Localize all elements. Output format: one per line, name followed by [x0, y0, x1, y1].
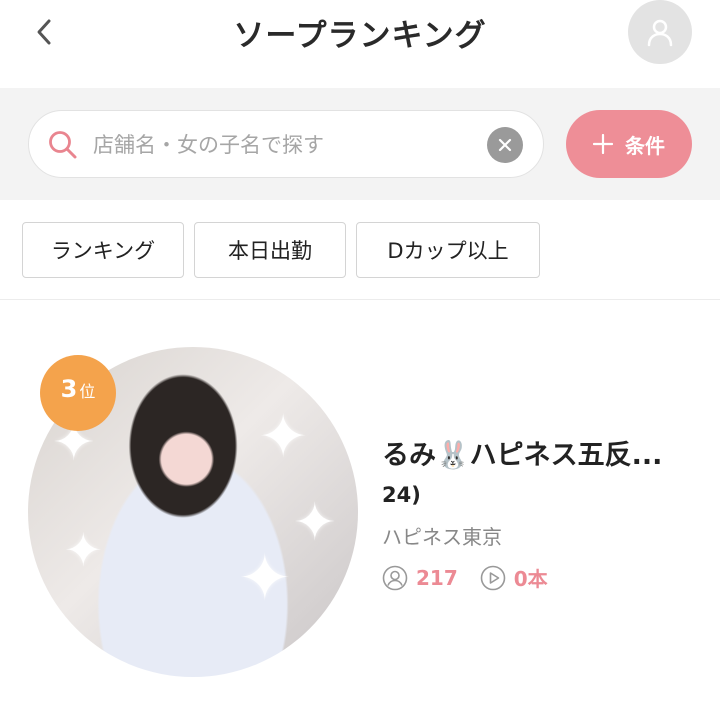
sparkle-icon: ✦ — [293, 493, 337, 553]
close-icon — [498, 138, 512, 152]
avatar[interactable] — [628, 0, 692, 64]
user-circle-icon — [382, 565, 408, 590]
followers-count: 217 — [416, 565, 458, 590]
header: ソープランキング — [0, 0, 720, 88]
filter-chip-today[interactable]: 本日出勤 — [194, 222, 346, 278]
stats-row: 217 0本 — [382, 563, 548, 592]
rank-number: 3 — [60, 375, 78, 403]
sparkle-icon: ✦ — [238, 542, 292, 616]
girl-name[interactable]: るみ🐰ハピネス五反... — [382, 433, 702, 472]
sparkle-icon: ✦ — [64, 523, 103, 577]
search-box — [28, 110, 544, 178]
clear-search-button[interactable] — [487, 127, 523, 163]
plus-icon — [593, 134, 613, 154]
condition-button-label: 条件 — [625, 133, 665, 158]
filter-chip-cup[interactable]: Dカップ以上 — [356, 222, 540, 278]
girl-age: 24) — [382, 483, 421, 507]
search-icon — [49, 131, 77, 159]
search-bar: 条件 — [0, 88, 720, 200]
play-circle-icon — [480, 565, 506, 590]
rank-suffix: 位 — [79, 382, 96, 401]
rank-badge: 3 位 — [40, 355, 116, 431]
shop-name[interactable]: ハピネス東京 — [382, 521, 502, 550]
ranking-card[interactable]: ✦ ✦ ✦ ✦ ✦ 3 位 るみ🐰ハピネス五反... 24) ハピネス東京 21… — [0, 301, 720, 720]
sparkle-icon: ✦ — [258, 402, 309, 472]
search-input[interactable] — [93, 125, 473, 165]
filter-chips: ランキング 本日出勤 Dカップ以上 — [0, 200, 720, 300]
page-title: ソープランキング — [233, 18, 487, 54]
videos-count: 0本 — [513, 567, 548, 591]
filter-chip-ranking[interactable]: ランキング — [22, 222, 184, 278]
condition-button[interactable]: 条件 — [566, 110, 692, 178]
user-icon — [647, 19, 673, 47]
